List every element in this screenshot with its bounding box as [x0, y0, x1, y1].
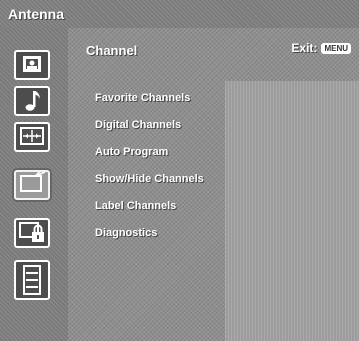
- category-sidebar: [0, 28, 68, 341]
- exit-hint: Exit: MENU: [291, 41, 351, 55]
- input-source-title: Antenna: [8, 6, 64, 22]
- section-title: Channel: [86, 43, 138, 58]
- channel-options-list: Favorite Channels Digital Channels Auto …: [95, 91, 204, 253]
- exit-label: Exit:: [291, 41, 318, 55]
- setup-icon[interactable]: [14, 260, 50, 300]
- channel-icon[interactable]: [14, 170, 50, 200]
- option-favorite-channels[interactable]: Favorite Channels: [95, 91, 204, 118]
- option-diagnostics[interactable]: Diagnostics: [95, 226, 204, 253]
- sound-icon[interactable]: [14, 86, 50, 116]
- parental-lock-icon[interactable]: [14, 218, 50, 248]
- menu-key-badge: MENU: [321, 42, 351, 54]
- picture-icon[interactable]: [14, 50, 50, 80]
- tv-menu-screen: Antenna Channel Exit: MENU Favorite Chan…: [0, 0, 359, 341]
- preview-panel: [225, 81, 359, 341]
- title-bar: Antenna: [0, 0, 359, 28]
- option-auto-program[interactable]: Auto Program: [95, 145, 204, 172]
- option-label-channels[interactable]: Label Channels: [95, 199, 204, 226]
- option-show-hide-channels[interactable]: Show/Hide Channels: [95, 172, 204, 199]
- option-digital-channels[interactable]: Digital Channels: [95, 118, 204, 145]
- screen-icon[interactable]: [14, 122, 50, 152]
